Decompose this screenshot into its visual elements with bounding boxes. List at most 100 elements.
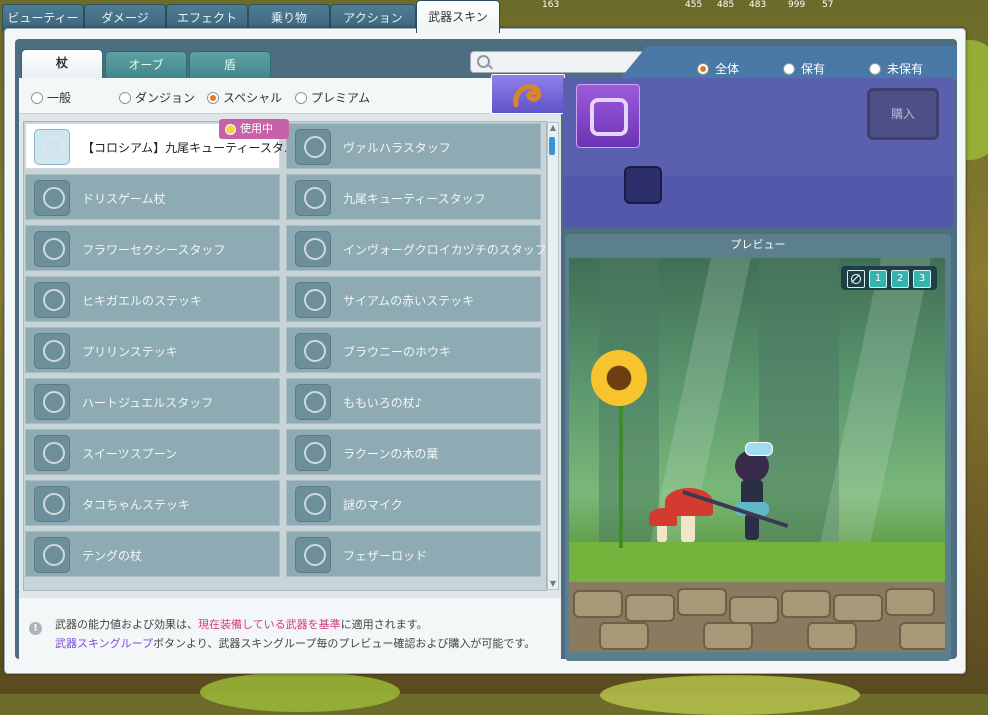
staff-lightning-icon <box>295 231 331 267</box>
radio-owned[interactable] <box>783 62 795 75</box>
motion-button-1[interactable]: 1 <box>869 270 887 288</box>
item-list-panel: 一般 ダンジョン スペシャル プレミアム 使用中 【コロシアム】九尾キューティー… <box>19 74 565 660</box>
hud-value: 483 <box>749 0 767 10</box>
staff-ring-icon <box>295 129 331 165</box>
filter-premium[interactable]: プレミアム <box>295 89 370 106</box>
item-cell[interactable]: ハートジュエルスタッフ <box>25 378 280 424</box>
staff-heart-icon <box>34 384 70 420</box>
top-tab-bar: ビューティー ダメージ エフェクト 乗り物 アクション 武器スキン <box>0 0 520 33</box>
item-name: タコちゃんステッキ <box>82 498 191 512</box>
staff-toad-icon <box>34 282 70 318</box>
selected-skin-icon <box>576 84 640 148</box>
filter-owned-label: 保有 <box>801 62 826 76</box>
item-cell[interactable]: 九尾キューティースタッフ <box>286 174 541 220</box>
tab-action[interactable]: アクション <box>330 4 416 31</box>
item-cell[interactable]: フラワーセクシースタッフ <box>25 225 280 271</box>
in-use-badge: 使用中 <box>219 119 289 139</box>
hook-staff-icon <box>513 84 542 108</box>
search-box[interactable] <box>470 51 644 73</box>
staff-broom-icon <box>34 180 70 216</box>
tab-damage[interactable]: ダメージ <box>84 4 166 31</box>
tab-beauty[interactable]: ビューティー <box>2 4 84 31</box>
motion-button-2[interactable]: 2 <box>891 270 909 288</box>
item-cell[interactable]: ラクーンの木の葉 <box>286 429 541 475</box>
motion-cancel-icon[interactable] <box>847 270 865 288</box>
radio-special[interactable] <box>207 91 219 104</box>
scroll-thumb[interactable] <box>549 137 555 155</box>
tab-mount[interactable]: 乗り物 <box>248 4 330 31</box>
motion-button-3[interactable]: 3 <box>913 270 931 288</box>
filter-special[interactable]: スペシャル <box>207 89 282 106</box>
octopus-icon <box>34 486 70 522</box>
item-cell[interactable]: プリリンステッキ <box>25 327 280 373</box>
item-name: フラワーセクシースタッフ <box>82 243 226 257</box>
notice-text: 武器の能力値および効果は、 <box>55 618 198 631</box>
weapon-skin-group-button[interactable] <box>491 74 565 114</box>
radio-dungeon[interactable] <box>119 91 131 104</box>
item-cell[interactable]: 謎のマイク <box>286 480 541 526</box>
radio-all[interactable] <box>697 62 709 75</box>
hud-value: 163 <box>542 0 560 10</box>
filter-all[interactable]: 全体 <box>697 60 739 77</box>
tab-orb[interactable]: オーブ <box>105 51 187 80</box>
sunflower <box>591 350 647 406</box>
item-name: プリリンステッキ <box>82 345 178 359</box>
filter-dungeon-label: ダンジョン <box>135 91 196 105</box>
item-cell[interactable]: スイーツスプーン <box>25 429 280 475</box>
buy-button[interactable]: 購入 <box>867 88 939 140</box>
item-cell[interactable]: テングの杖 <box>25 531 280 577</box>
item-cell[interactable]: ももいろの杖♪ <box>286 378 541 424</box>
item-cell[interactable]: ブラウニーのホウキ <box>286 327 541 373</box>
notice-box: ! 武器の能力値および効果は、現在装備している武器を基準に適用されます。 武器ス… <box>19 598 561 660</box>
item-cell[interactable]: ヒキガエルのステッキ <box>25 276 280 322</box>
notice-line-2: 武器スキングループボタンより、武器スキングループ毎のプレビュー確認および購入が可… <box>55 635 535 651</box>
item-cell[interactable]: タコちゃんステッキ <box>25 480 280 526</box>
motion-controls: 1 2 3 <box>841 266 937 290</box>
mushroom <box>649 508 677 526</box>
item-cell[interactable]: フェザーロッド <box>286 531 541 577</box>
category-filter-bar: 一般 ダンジョン スペシャル プレミアム <box>19 78 491 114</box>
microphone-icon <box>295 486 331 522</box>
tab-weapon-skin[interactable]: 武器スキン <box>416 0 500 33</box>
item-cell[interactable]: ヴァルハラスタッフ <box>286 123 541 169</box>
staff-candy-icon <box>34 333 70 369</box>
item-name: ハートジュエルスタッフ <box>82 396 214 410</box>
radio-premium[interactable] <box>295 91 307 104</box>
radio-not-owned[interactable] <box>869 62 881 75</box>
scroll-up-arrow-icon[interactable]: ▲ <box>549 124 557 132</box>
hud-value: 57 <box>822 0 834 10</box>
tab-effect[interactable]: エフェクト <box>166 4 248 31</box>
staff-flower-icon <box>34 231 70 267</box>
filter-general[interactable]: 一般 <box>31 89 71 106</box>
staff-pink-icon <box>295 384 331 420</box>
filter-owned[interactable]: 保有 <box>783 60 825 77</box>
search-icon <box>477 55 490 68</box>
item-name: ラクーンの木の葉 <box>343 447 439 461</box>
tab-shield[interactable]: 盾 <box>189 51 271 80</box>
background-foliage <box>200 672 400 712</box>
ownership-filter-bar: 全体 保有 未保有 <box>619 46 957 80</box>
item-name: インヴォーグクロイカヅチのスタッフ <box>343 243 547 257</box>
item-name: ももいろの杖♪ <box>343 396 423 410</box>
item-name: スイーツスプーン <box>82 447 178 461</box>
staff-fox-icon <box>295 180 331 216</box>
preview-panel: プレビュー 1 2 3 <box>565 234 951 661</box>
notice-highlight: 現在装備している武器を基準 <box>198 618 341 631</box>
leaf-icon <box>295 435 331 471</box>
detail-panel: 購入 <box>563 78 953 228</box>
scroll-down-arrow-icon[interactable]: ▼ <box>549 580 557 588</box>
filter-not-owned[interactable]: 未保有 <box>869 60 923 77</box>
item-cell[interactable]: インヴォーグクロイカヅチのスタッフ <box>286 225 547 271</box>
item-cell[interactable]: ドリスゲーム杖 <box>25 174 280 220</box>
filter-dungeon[interactable]: ダンジョン <box>119 89 195 106</box>
item-cell[interactable]: サイアムの赤いステッキ <box>286 276 541 322</box>
info-icon: ! <box>29 622 42 635</box>
staff-red-icon <box>295 282 331 318</box>
radio-general[interactable] <box>31 91 43 104</box>
notice-text: に適用されます。 <box>340 618 428 631</box>
item-list-scrollbar[interactable]: ▲ ▼ <box>547 122 559 590</box>
tab-staff[interactable]: 杖 <box>21 49 103 81</box>
item-name: テングの杖 <box>82 549 143 563</box>
notice-text: ボタンより、武器スキングループ毎のプレビュー確認および購入が可能です。 <box>153 637 536 650</box>
preview-scene: 1 2 3 <box>569 258 945 652</box>
